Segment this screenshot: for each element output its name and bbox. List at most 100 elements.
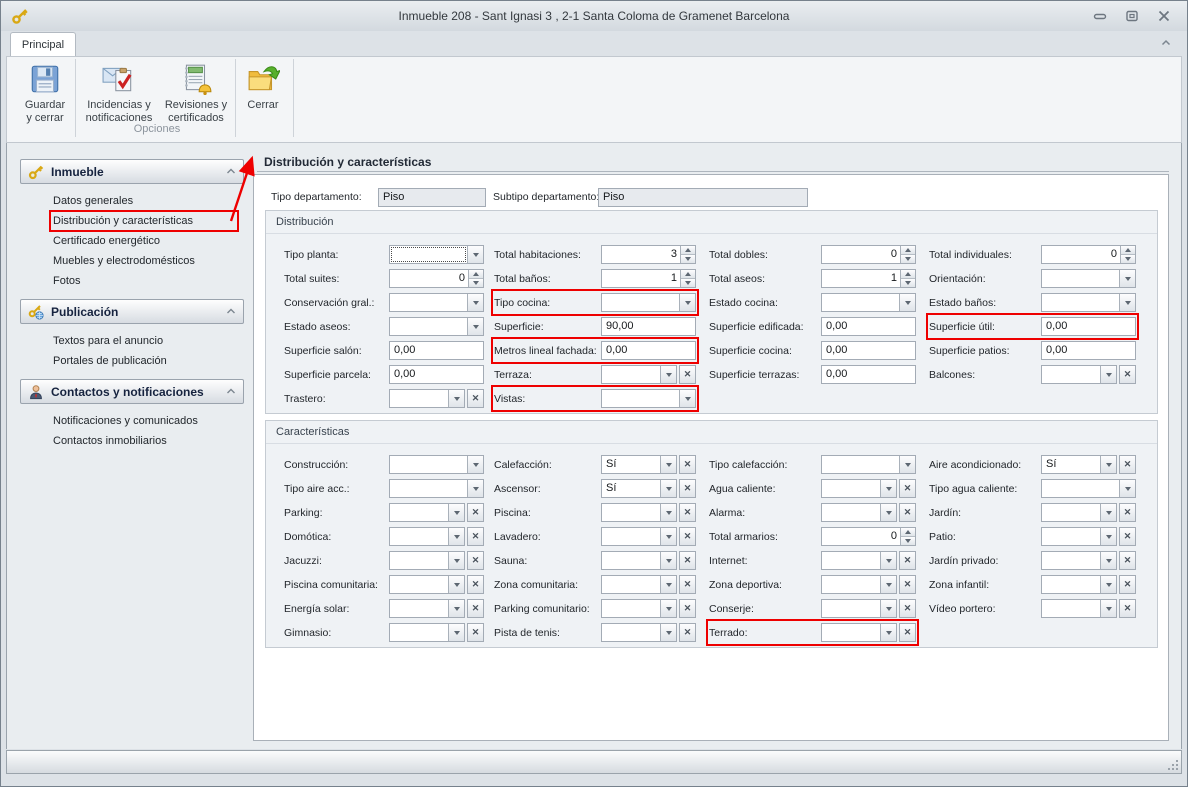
piscina-comunitaria-dropdown[interactable] [389,575,465,594]
spin-down-button[interactable] [901,278,915,287]
dropdown-button[interactable] [679,390,695,407]
spin-down-button[interactable] [681,278,695,287]
dropdown-button[interactable] [448,624,464,641]
dropdown-button[interactable] [1100,366,1116,383]
orientacion-dropdown[interactable] [1041,269,1136,288]
clear-button[interactable]: ✕ [899,551,916,570]
conserje-dropdown[interactable] [821,599,897,618]
dropdown-button[interactable] [448,504,464,521]
dropdown-button[interactable] [467,294,483,311]
dropdown-button[interactable] [880,600,896,617]
sidebar-item-certificado-energetico[interactable]: Certificado energético [50,231,238,251]
superficie-parcela-input[interactable]: 0,00 [389,365,484,384]
chevron-up-icon[interactable] [226,308,236,315]
spin-up-button[interactable] [901,528,915,536]
dropdown-button[interactable] [660,366,676,383]
energia-solar-dropdown[interactable] [389,599,465,618]
balcones-dropdown[interactable] [1041,365,1117,384]
dropdown-button[interactable] [880,576,896,593]
dropdown-button[interactable] [448,576,464,593]
superficie-salon-input[interactable]: 0,00 [389,341,484,360]
clear-button[interactable]: ✕ [467,575,484,594]
sidebar-item-fotos[interactable]: Fotos [50,271,238,291]
dropdown-button[interactable] [660,480,676,497]
estado-cocina-dropdown[interactable] [821,293,916,312]
spin-up-button[interactable] [681,246,695,254]
dropdown-button[interactable] [467,318,483,335]
estado-banos-dropdown[interactable] [1041,293,1136,312]
spin-up-button[interactable] [469,270,483,278]
dropdown-button[interactable] [448,552,464,569]
dropdown-button[interactable] [467,480,483,497]
zona-deportiva-dropdown[interactable] [821,575,897,594]
clear-button[interactable]: ✕ [679,503,696,522]
terraza-dropdown[interactable] [601,365,677,384]
dropdown-button[interactable] [880,480,896,497]
dropdown-button[interactable] [1100,504,1116,521]
lavadero-dropdown[interactable] [601,527,677,546]
sidebar-item-contactos-inmobiliarios[interactable]: Contactos inmobiliarios [50,431,238,451]
dropdown-button[interactable] [1100,600,1116,617]
clear-button[interactable]: ✕ [899,503,916,522]
spin-down-button[interactable] [901,536,915,545]
chevron-up-icon[interactable] [226,168,236,175]
dropdown-button[interactable] [448,528,464,545]
spin-up-button[interactable] [681,270,695,278]
total-suites-input[interactable]: 0 [389,269,484,288]
dropdown-button[interactable] [660,528,676,545]
total-banos-input[interactable]: 1 [601,269,696,288]
resize-grip[interactable] [1168,760,1178,770]
video-portero-dropdown[interactable] [1041,599,1117,618]
clear-button[interactable]: ✕ [899,623,916,642]
clear-button[interactable]: ✕ [679,527,696,546]
parking-dropdown[interactable] [389,503,465,522]
piscina-dropdown[interactable] [601,503,677,522]
agua-caliente-dropdown[interactable] [821,479,897,498]
dropdown-button[interactable] [467,246,483,263]
dropdown-button[interactable] [1100,552,1116,569]
superficie-edificada-input[interactable]: 0,00 [821,317,916,336]
spin-down-button[interactable] [901,254,915,263]
total-aseos-input[interactable]: 1 [821,269,916,288]
clear-button[interactable]: ✕ [679,365,696,384]
dropdown-button[interactable] [467,456,483,473]
terrado-dropdown[interactable] [821,623,897,642]
dropdown-button[interactable] [899,294,915,311]
spin-down-button[interactable] [1121,254,1135,263]
dropdown-button[interactable] [679,294,695,311]
sauna-dropdown[interactable] [601,551,677,570]
dropdown-button[interactable] [660,600,676,617]
total-dobles-input[interactable]: 0 [821,245,916,264]
clear-button[interactable]: ✕ [679,479,696,498]
clear-button[interactable]: ✕ [899,575,916,594]
superficie-input[interactable]: 90,00 [601,317,696,336]
spin-up-button[interactable] [1121,246,1135,254]
internet-dropdown[interactable] [821,551,897,570]
dropdown-button[interactable] [1119,294,1135,311]
dropdown-button[interactable] [880,552,896,569]
zona-comunitaria-dropdown[interactable] [601,575,677,594]
clear-button[interactable]: ✕ [467,623,484,642]
dropdown-button[interactable] [880,504,896,521]
jardin-privado-dropdown[interactable] [1041,551,1117,570]
sidebar-group-inmueble[interactable]: Inmueble [20,159,244,184]
jardin-dropdown[interactable] [1041,503,1117,522]
minimize-button[interactable] [1093,10,1107,22]
spin-up-button[interactable] [901,246,915,254]
clear-button[interactable]: ✕ [467,599,484,618]
zona-infantil-dropdown[interactable] [1041,575,1117,594]
clear-button[interactable]: ✕ [1119,365,1136,384]
conservacion-gral-dropdown[interactable] [389,293,484,312]
patio-dropdown[interactable] [1041,527,1117,546]
clear-button[interactable]: ✕ [1119,599,1136,618]
dropdown-button[interactable] [899,456,915,473]
parking-comunitario-dropdown[interactable] [601,599,677,618]
superficie-cocina-input[interactable]: 0,00 [821,341,916,360]
superficie-patios-input[interactable]: 0,00 [1041,341,1136,360]
dropdown-button[interactable] [1100,528,1116,545]
dropdown-button[interactable] [660,504,676,521]
dropdown-button[interactable] [660,624,676,641]
sidebar-item-distribucion-y-caracteristicas[interactable]: Distribución y características [50,211,238,231]
metros-lineal-fachada-input[interactable]: 0,00 [601,341,696,360]
vistas-dropdown[interactable] [601,389,696,408]
